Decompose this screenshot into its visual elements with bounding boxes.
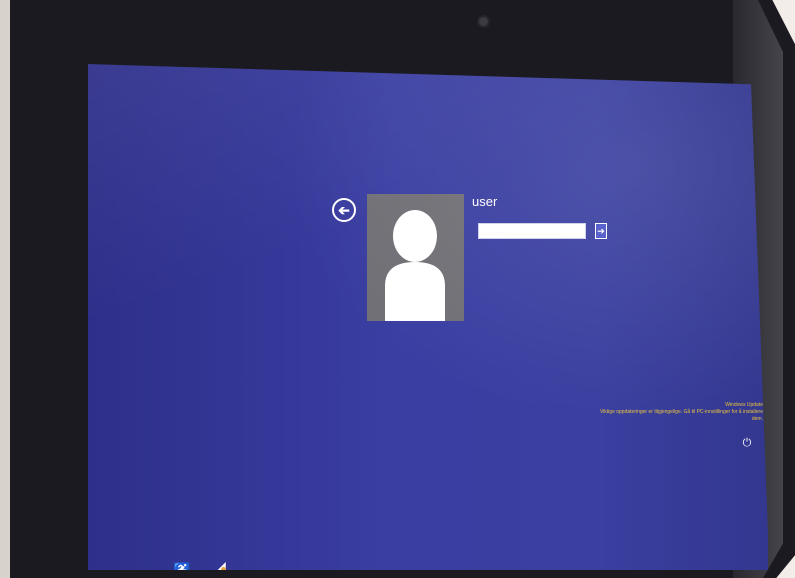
webcam [479,17,488,26]
username-label: user [472,194,498,209]
power-icon: ⏻ [742,437,752,449]
user-silhouette-icon [385,210,445,321]
network-status-dot [221,567,226,570]
back-arrow-icon: ➔ [338,202,350,218]
windows-update-title: Windows Update [725,402,763,408]
power-button[interactable]: ⏻ [741,437,753,449]
lock-screen: ➔ user ➔ Windows Update Viktige oppdater… [88,64,768,570]
ease-of-access-button[interactable]: ♿ [173,562,190,570]
password-input[interactable] [478,223,586,239]
windows-update-message: Viktige oppdateringer er tilgjengelige. … [599,409,763,422]
submit-arrow-icon: ➔ [597,225,605,236]
submit-button[interactable]: ➔ [595,223,607,239]
windows-update-notice: Windows Update Viktige oppdateringer er … [588,402,763,423]
back-button[interactable]: ➔ [332,198,356,222]
user-avatar [367,194,464,321]
ease-of-access-icon: ♿ [173,562,191,570]
network-button[interactable]: ◢ [215,558,226,570]
